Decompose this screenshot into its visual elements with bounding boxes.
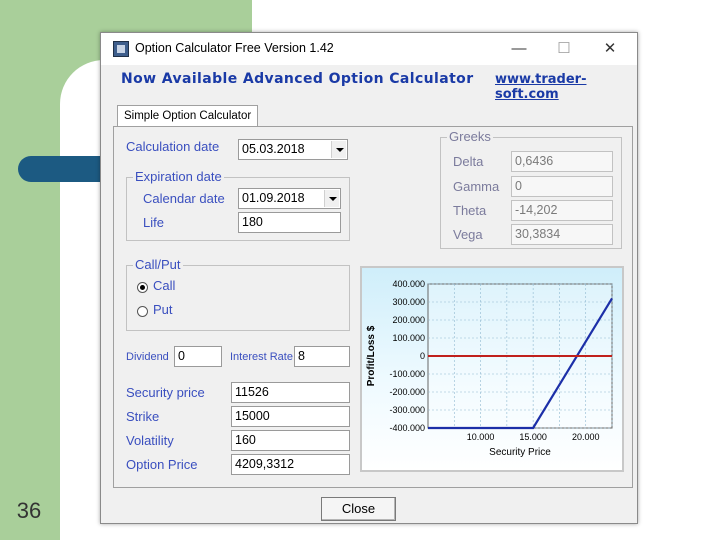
expiration-date-legend: Expiration date	[133, 169, 224, 184]
close-button[interactable]: Close	[321, 497, 396, 521]
profit-loss-chart-svg: 400.000 300.000 200.000 100.000 0 -100.000 -20…	[366, 279, 613, 458]
put-label[interactable]: Put	[153, 302, 173, 317]
dividend-input[interactable]: 0	[174, 346, 222, 367]
x-tick-label: 15.000	[519, 432, 547, 442]
close-window-button[interactable]: ✕	[595, 37, 625, 61]
delta-label: Delta	[453, 154, 484, 169]
gamma-output[interactable]: 0	[511, 176, 613, 197]
call-label[interactable]: Call	[153, 278, 175, 293]
call-put-legend: Call/Put	[133, 257, 183, 272]
strike-input[interactable]: 15000	[231, 406, 350, 427]
calculation-date-value: 05.03.2018	[242, 142, 305, 156]
greeks-group: Greeks Delta 0,6436 Gamma 0 Theta -14,20…	[440, 129, 622, 249]
option-calculator-window: Option Calculator Free Version 1.42 — ☐ …	[100, 32, 638, 524]
calculation-date-combo[interactable]: 05.03.2018	[238, 139, 348, 160]
greeks-legend: Greeks	[447, 129, 493, 144]
y-tick-label: 100.000	[392, 333, 425, 343]
chevron-down-icon[interactable]	[331, 141, 346, 158]
trader-soft-link[interactable]: www.trader-soft.com	[495, 72, 637, 102]
call-put-group: Call/Put Call Put	[126, 257, 350, 331]
y-tick-label: -100.000	[389, 369, 425, 379]
option-price-label: Option Price	[126, 457, 198, 472]
theta-output[interactable]: -14,202	[511, 200, 613, 221]
x-tick-label: 20.000	[572, 432, 600, 442]
minimize-button[interactable]: —	[504, 37, 534, 61]
slide-page-number: 36	[16, 498, 42, 523]
delta-output[interactable]: 0,6436	[511, 151, 613, 172]
y-tick-label: -300.000	[389, 405, 425, 415]
calendar-date-value: 01.09.2018	[242, 191, 305, 205]
strike-label: Strike	[126, 409, 160, 424]
chevron-down-icon[interactable]	[324, 190, 339, 207]
x-tick-label: 10.000	[467, 432, 495, 442]
call-radio[interactable]	[137, 282, 148, 293]
put-radio[interactable]	[137, 306, 148, 317]
life-label: Life	[143, 215, 164, 230]
advanced-calculator-banner[interactable]: Now Available Advanced Option Calculator	[121, 71, 474, 87]
option-price-output[interactable]: 4209,3312	[231, 454, 350, 475]
y-tick-label: 300.000	[392, 297, 425, 307]
life-input[interactable]: 180	[238, 212, 341, 233]
window-title: Option Calculator Free Version 1.42	[135, 41, 334, 55]
y-axis-label: Profit/Loss $	[366, 325, 377, 386]
interest-rate-input[interactable]: 8	[294, 346, 350, 367]
calculation-date-label: Calculation date	[126, 139, 220, 154]
y-tick-label: -200.000	[389, 387, 425, 397]
volatility-input[interactable]: 160	[231, 430, 350, 451]
y-tick-label: 200.000	[392, 315, 425, 325]
app-icon	[113, 41, 129, 57]
y-tick-label: 400.000	[392, 279, 425, 289]
calendar-date-label: Calendar date	[143, 191, 225, 206]
calendar-date-combo[interactable]: 01.09.2018	[238, 188, 341, 209]
dividend-label: Dividend	[126, 351, 169, 363]
gamma-label: Gamma	[453, 179, 500, 194]
volatility-label: Volatility	[126, 433, 174, 448]
y-tick-label: -400.000	[389, 423, 425, 433]
profit-loss-chart: 400.000 300.000 200.000 100.000 0 -100.000 -20…	[360, 266, 624, 472]
security-price-label: Security price	[126, 385, 205, 400]
y-tick-label: 0	[420, 351, 425, 361]
title-bar[interactable]: Option Calculator Free Version 1.42 — ☐ …	[101, 33, 637, 65]
security-price-input[interactable]: 11526	[231, 382, 350, 403]
vega-label: Vega	[453, 227, 483, 242]
maximize-button[interactable]: ☐	[549, 37, 579, 61]
tab-simple-option-calculator[interactable]: Simple Option Calculator	[117, 105, 259, 127]
vega-output[interactable]: 30,3834	[511, 224, 613, 245]
calculator-panel: Calculation date 05.03.2018 Expiration d…	[113, 126, 633, 488]
x-axis-label: Security Price	[489, 447, 551, 458]
expiration-date-group: Expiration date Calendar date 01.09.2018…	[126, 169, 350, 241]
interest-rate-label: Interest Rate	[230, 351, 293, 363]
theta-label: Theta	[453, 203, 487, 218]
